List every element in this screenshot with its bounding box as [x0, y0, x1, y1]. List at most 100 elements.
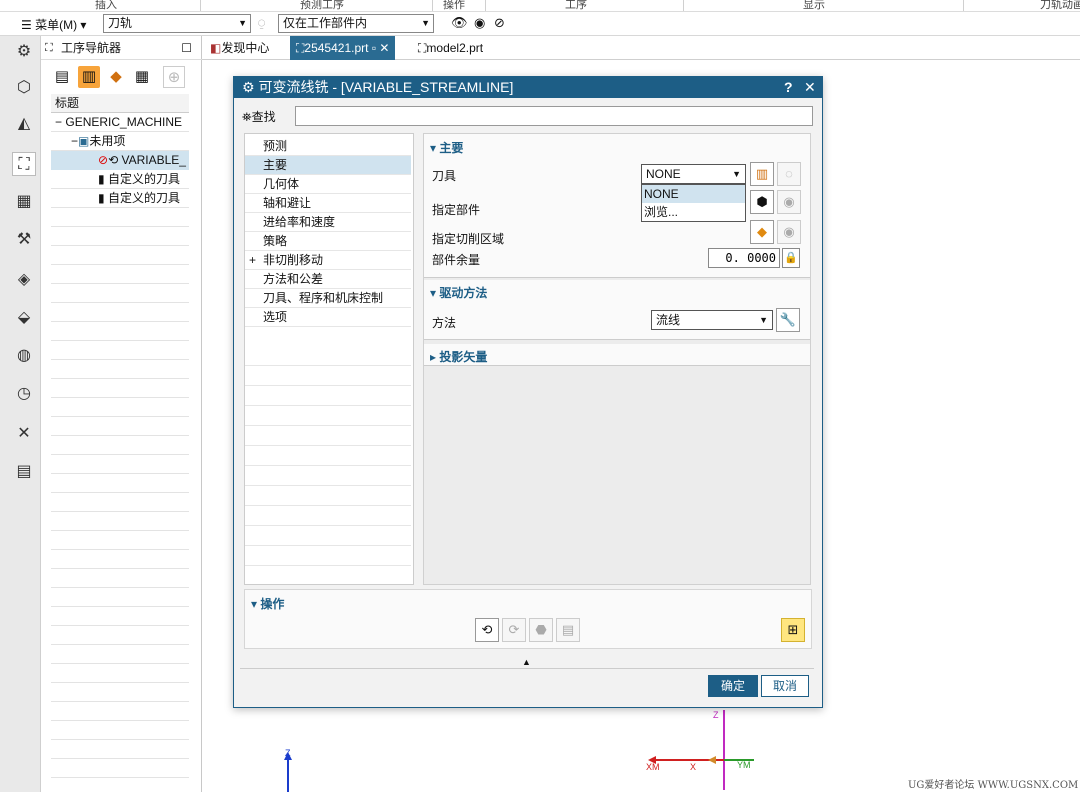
ribbon-process[interactable]: 工序	[565, 0, 587, 11]
tree-item-generic-machine[interactable]: − GENERIC_MACHINE	[51, 113, 189, 132]
nav-item-strategy[interactable]: 策略	[245, 232, 411, 251]
cancel-button[interactable]: 取消	[761, 675, 809, 697]
watermark: UG爱好者论坛 WWW.UGSNX.COM	[908, 780, 1079, 791]
ribbon-operation[interactable]: 操作	[443, 0, 465, 11]
history-icon[interactable]: ◷	[12, 382, 36, 406]
nav-item-axis-avoidance[interactable]: 轴和避让	[245, 194, 411, 213]
chevron-down-icon: ▼	[732, 169, 741, 179]
display-cut-area-icon[interactable]: ◉	[777, 220, 801, 244]
replay-icon[interactable]: ⟳	[502, 618, 526, 642]
collapse-arrow-icon[interactable]: ▲	[522, 657, 531, 667]
show-icon[interactable]: ◉	[474, 15, 485, 31]
modified-icon: ▫	[371, 41, 377, 55]
settings-icon[interactable]: ⚙	[12, 40, 36, 64]
nav-item-feeds-speeds[interactable]: 进给率和速度	[245, 213, 411, 232]
tool-dropdown-menu: NONE 浏览...	[641, 184, 746, 222]
filter-icon[interactable]: ⍜	[258, 16, 265, 31]
ribbon-predict[interactable]: 预测工序	[300, 0, 344, 11]
dialog-title-bar[interactable]: ⚙ 可变流线铣 - [VARIABLE_STREAMLINE] ? ✕	[234, 77, 822, 98]
wrench-icon[interactable]: 🔧	[776, 308, 800, 332]
select-cut-area-icon[interactable]: ◆	[750, 220, 774, 244]
navigator-title: 工序导航器	[61, 41, 122, 55]
add-to-queue-icon[interactable]: ⊞	[781, 618, 805, 642]
navigator-view-toolbar: ▤ ▥ ◆ ▦ ⊕	[51, 66, 201, 90]
resource-bar: ⚙ ⬡ ◭ ⛶ ▦ ⚒ ◈ ⬙ ◍ ◷ ✕ ▤	[0, 36, 41, 792]
no-entry-icon: ⊘	[98, 153, 109, 167]
part-stock-label: 部件余量	[432, 253, 481, 267]
tool-select[interactable]: NONE ▼	[641, 164, 746, 184]
nav-item-predict[interactable]: 预测	[245, 137, 411, 156]
machine-tool-view-icon[interactable]: ▥	[78, 66, 100, 88]
find-input[interactable]	[295, 106, 813, 126]
select-part-icon[interactable]: ⬢	[750, 190, 774, 214]
folder-icon: ▣	[78, 134, 90, 148]
part-stock-input[interactable]	[708, 248, 780, 268]
close-icon[interactable]: ✕	[379, 41, 389, 55]
operation-navigator-icon[interactable]: ⛶	[12, 152, 36, 176]
new-tool-icon[interactable]: ▥	[750, 162, 774, 186]
specify-cut-area-label: 指定切削区域	[432, 232, 505, 246]
drive-section-header[interactable]: ▾ 驱动方法	[430, 284, 487, 301]
tree-item-variable-streamline[interactable]: ⊘⟲ VARIABLE_	[51, 151, 189, 170]
tab-model2[interactable]: ⛶model2.prt	[412, 36, 489, 60]
feature-icon[interactable]: ◈	[12, 268, 36, 292]
nav-item-main[interactable]: 主要	[245, 156, 411, 175]
nav-item-tool-program-machine[interactable]: 刀具、程序和机床控制	[245, 289, 411, 308]
lock-icon[interactable]: 🔒	[782, 248, 800, 268]
ribbon-toolpath-anim[interactable]: 刀轨动画	[1040, 0, 1080, 11]
method-view-icon[interactable]: ▦	[131, 66, 153, 88]
tool-icon: ▮	[98, 191, 105, 205]
part-navigator-icon[interactable]: ⬡	[12, 76, 36, 100]
expand-icon[interactable]: +	[249, 251, 256, 270]
list-icon[interactable]: ▤	[556, 618, 580, 642]
drive-method-select[interactable]: 流线 ▼	[651, 310, 773, 330]
projection-vector-group[interactable]: ▸ 投影矢量	[424, 344, 810, 366]
close-button[interactable]: ✕	[804, 77, 816, 98]
hide-icon[interactable]: ⊘	[494, 15, 505, 31]
show-all-icon[interactable]: 👁	[451, 15, 468, 31]
ribbon-display[interactable]: 显示	[803, 0, 825, 11]
navigator-icon: ⛶	[45, 42, 53, 54]
menu-button[interactable]: ☰ 菜单(M) ▾	[21, 16, 86, 33]
maximize-icon[interactable]: ☐	[181, 36, 192, 60]
assembly-icon[interactable]: ◭	[12, 112, 36, 136]
program-order-view-icon[interactable]: ▤	[51, 66, 73, 88]
geometry-view-icon[interactable]: ◆	[105, 66, 127, 88]
web-browser-icon[interactable]: ◍	[12, 344, 36, 368]
tab-discovery-center[interactable]: ◧发现中心	[204, 36, 275, 60]
chevron-down-icon: ▼	[759, 315, 768, 325]
tool-option-none[interactable]: NONE	[642, 185, 745, 203]
edit-tool-icon[interactable]: ◌	[777, 162, 801, 186]
tool-option-browse[interactable]: 浏览...	[642, 203, 745, 221]
axis-xm-label: XM	[646, 762, 660, 772]
table-icon[interactable]: ▦	[12, 190, 36, 214]
ribbon-insert[interactable]: 插入	[95, 0, 117, 11]
drive-method-group: ▾ 驱动方法 方法 流线 ▼ 🔧	[424, 280, 810, 340]
projection-section-header[interactable]: ▸ 投影矢量	[430, 348, 487, 365]
actions-group: ▾ 操作 ⟲ ⟳ ⬣ ▤ ⊞	[244, 589, 812, 649]
verify-icon[interactable]: ⬣	[529, 618, 553, 642]
reuse-library-icon[interactable]: ▤	[12, 460, 36, 484]
scope-select[interactable]: 仅在工作部件内 ▼	[278, 14, 434, 33]
actions-section-header[interactable]: ▾ 操作	[251, 595, 284, 612]
create-group-icon[interactable]: ⊕	[163, 66, 185, 88]
tree-item-custom-tool-1[interactable]: ▮ 自定义的刀具	[51, 170, 189, 189]
roles-icon[interactable]: ⬙	[12, 306, 36, 330]
nav-item-non-cutting[interactable]: + 非切削移动	[245, 251, 411, 270]
nav-item-method-tolerance[interactable]: 方法和公差	[245, 270, 411, 289]
help-button[interactable]: ?	[784, 77, 793, 98]
generate-icon[interactable]: ⟲	[475, 618, 499, 642]
tools-icon[interactable]: ✕	[12, 422, 36, 446]
type-filter-select[interactable]: 刀轨 ▼	[103, 14, 251, 33]
dialog-content: ▾ 主要 刀具 NONE ▼ ▥ ◌ 指定部件 ⬢ ◉ 指定切削区域 ◆ ◉ 部件…	[423, 133, 811, 585]
main-section-header[interactable]: ▾ 主要	[430, 139, 463, 156]
tree-item-unused[interactable]: −▣未用项	[51, 132, 189, 151]
ok-button[interactable]: 确定	[708, 675, 758, 697]
column-header-title[interactable]: 标题	[51, 94, 189, 113]
tree-item-custom-tool-2[interactable]: ▮ 自定义的刀具	[51, 189, 189, 208]
tab-2545421[interactable]: ⛶2545421.prt ▫ ✕	[290, 36, 396, 60]
nav-item-options[interactable]: 选项	[245, 308, 411, 327]
nav-item-geometry[interactable]: 几何体	[245, 175, 411, 194]
display-part-icon[interactable]: ◉	[777, 190, 801, 214]
machine-icon[interactable]: ⚒	[12, 228, 36, 252]
